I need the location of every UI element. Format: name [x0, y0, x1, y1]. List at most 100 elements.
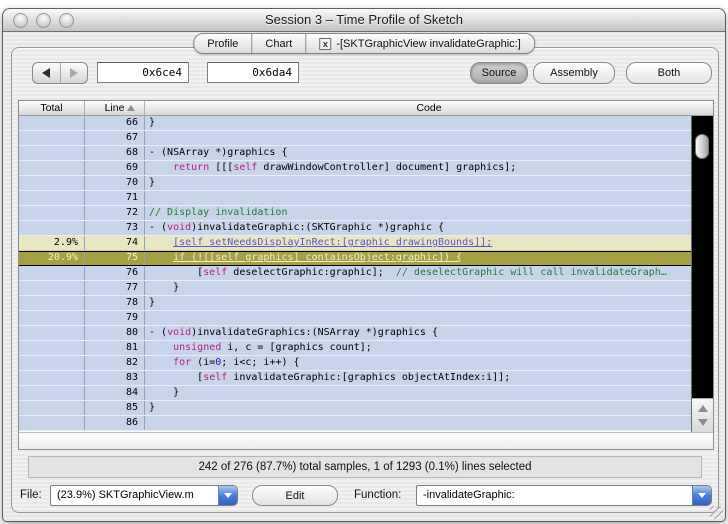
total-cell — [19, 206, 85, 220]
line-number-cell: 74 — [85, 236, 145, 250]
code-row[interactable]: 77 } — [19, 281, 691, 296]
scrollbar-track[interactable] — [692, 116, 713, 398]
code-cell: if (![[self graphics] containsObject:gra… — [173, 252, 463, 263]
line-number-cell: 82 — [85, 356, 145, 370]
column-header-line[interactable]: Line — [85, 101, 145, 115]
status-bar: 242 of 276 (87.7%) total samples, 1 of 1… — [28, 456, 702, 478]
total-cell — [19, 146, 85, 160]
code-cell: unsigned i, c = [graphics count]; — [173, 342, 372, 353]
status-text: 242 of 276 (87.7%) total samples, 1 of 1… — [198, 461, 532, 473]
code-row[interactable]: 71 — [19, 191, 691, 206]
code-row[interactable]: 86 — [19, 416, 691, 431]
code-row[interactable]: 76 [self deselectGraphic:graphic]; // de… — [19, 266, 691, 281]
code-row[interactable]: 2.9% 74 [self setNeedsDisplayInRect:[grap… — [19, 236, 691, 251]
sort-ascending-icon — [127, 105, 135, 111]
column-header-code[interactable]: Code — [145, 101, 713, 115]
code-row[interactable]: 66} — [19, 116, 691, 131]
code-row[interactable]: 84 } — [19, 386, 691, 401]
tab-chart[interactable]: Chart — [252, 34, 307, 53]
total-cell — [19, 371, 85, 385]
code-row[interactable]: 81 unsigned i, c = [graphics count]; — [19, 341, 691, 356]
code-row[interactable]: 83 [self invalidateGraphic:[graphics obj… — [19, 371, 691, 386]
tab-close-icon[interactable]: x — [319, 37, 332, 50]
code-row[interactable]: 85} — [19, 401, 691, 416]
file-dropdown-value: (23.9%) SKTGraphicView.m — [57, 489, 194, 501]
function-dropdown[interactable]: -invalidateGraphic: — [416, 485, 712, 506]
line-number-cell: 80 — [85, 326, 145, 340]
line-number-cell: 69 — [85, 161, 145, 175]
tab-function[interactable]: x -[SKTGraphicView invalidateGraphic:] — [306, 34, 533, 53]
assembly-view-button[interactable]: Assembly — [533, 62, 615, 84]
content-panel: Source Assembly Both Total Line Code 66}… — [11, 47, 719, 513]
code-cell — [145, 311, 691, 325]
code-cell: } — [149, 282, 180, 293]
code-row[interactable]: 69 return [[[self drawWindowController] … — [19, 161, 691, 176]
line-number-cell: 85 — [85, 401, 145, 415]
function-label: Function: — [354, 489, 402, 501]
line-number-cell: 79 — [85, 311, 145, 325]
address-end-field[interactable] — [207, 62, 299, 83]
total-cell — [19, 356, 85, 370]
total-cell — [19, 131, 85, 145]
total-cell — [19, 221, 85, 235]
code-cell: - (void)invalidateGraphic:(SKTGraphic *)… — [149, 222, 445, 233]
app-window: Session 3 – Time Profile of Sketch Profi… — [2, 8, 726, 522]
total-cell — [19, 281, 85, 295]
edit-button[interactable]: Edit — [252, 485, 338, 506]
line-number-cell: 70 — [85, 176, 145, 190]
horizontal-scrollbar[interactable] — [19, 432, 713, 449]
code-row[interactable]: 68 - (NSArray *)graphics { — [19, 146, 691, 161]
code-cell: [self setNeedsDisplayInRect:[graphic dra… — [173, 237, 493, 248]
total-cell — [19, 296, 85, 310]
tab-chart-label: Chart — [265, 37, 293, 50]
tab-bar: Profile Chart x -[SKTGraphicView invalid… — [193, 33, 535, 54]
resize-grip[interactable] — [710, 506, 723, 519]
code-row[interactable]: 67 — [19, 131, 691, 146]
total-cell — [19, 326, 85, 340]
vertical-scrollbar[interactable] — [691, 116, 713, 432]
line-number-cell: 76 — [85, 266, 145, 280]
code-row[interactable]: 72 // Display invalidation — [19, 206, 691, 221]
history-nav — [32, 62, 88, 84]
source-view-button[interactable]: Source — [470, 62, 528, 84]
code-row[interactable]: 80 - (void)invalidateGraphics:(NSArray *)… — [19, 326, 691, 341]
function-dropdown-arrow[interactable] — [692, 486, 711, 505]
code-cell: for (i=0; i<c; i++) { — [173, 357, 300, 368]
file-dropdown-arrow[interactable] — [218, 486, 237, 505]
code-row[interactable]: 20.9% 75 if (![[self graphics] containsOb… — [19, 251, 691, 266]
scrollbar-arrows — [692, 398, 713, 432]
code-row[interactable]: 82 for (i=0; i<c; i++) { — [19, 356, 691, 371]
scroll-up-arrow[interactable] — [697, 405, 708, 413]
scroll-down-arrow[interactable] — [697, 418, 708, 426]
total-cell — [19, 311, 85, 325]
code-cell: [self deselectGraphic:graphic]; // desel… — [149, 267, 667, 278]
tab-function-label: -[SKTGraphicView invalidateGraphic:] — [336, 37, 521, 50]
code-row[interactable]: 70} — [19, 176, 691, 191]
file-dropdown[interactable]: (23.9%) SKTGraphicView.m — [50, 485, 238, 506]
scrollbar-thumb[interactable] — [695, 134, 709, 159]
tab-profile[interactable]: Profile — [194, 34, 253, 53]
address-start-field[interactable] — [97, 62, 189, 83]
column-header-total[interactable]: Total — [19, 101, 85, 115]
line-number-cell: 67 — [85, 131, 145, 145]
back-button[interactable] — [33, 63, 61, 83]
table-body: 66} 67 68- (NSArray *)graphics {69 return … — [19, 116, 713, 432]
line-number-cell: 73 — [85, 221, 145, 235]
code-rows: 66} 67 68- (NSArray *)graphics {69 return … — [19, 116, 691, 432]
code-cell — [145, 131, 691, 145]
code-cell: } — [149, 297, 156, 308]
code-cell: } — [149, 402, 156, 413]
line-number-cell: 83 — [85, 371, 145, 385]
forward-button[interactable] — [61, 63, 88, 83]
line-number-cell: 68 — [85, 146, 145, 160]
line-number-cell: 66 — [85, 116, 145, 130]
total-cell — [19, 176, 85, 190]
code-row[interactable]: 79 — [19, 311, 691, 326]
code-cell: [self invalidateGraphic:[graphics object… — [149, 372, 511, 383]
code-row[interactable]: 73 - (void)invalidateGraphic:(SKTGraphic … — [19, 221, 691, 236]
both-view-button[interactable]: Both — [626, 62, 712, 84]
code-cell: } — [149, 177, 156, 188]
code-row[interactable]: 78} — [19, 296, 691, 311]
code-cell: - (NSArray *)graphics { — [149, 147, 288, 158]
profile-table: Total Line Code 66} 67 68- (NSArray *)grap… — [18, 100, 714, 450]
